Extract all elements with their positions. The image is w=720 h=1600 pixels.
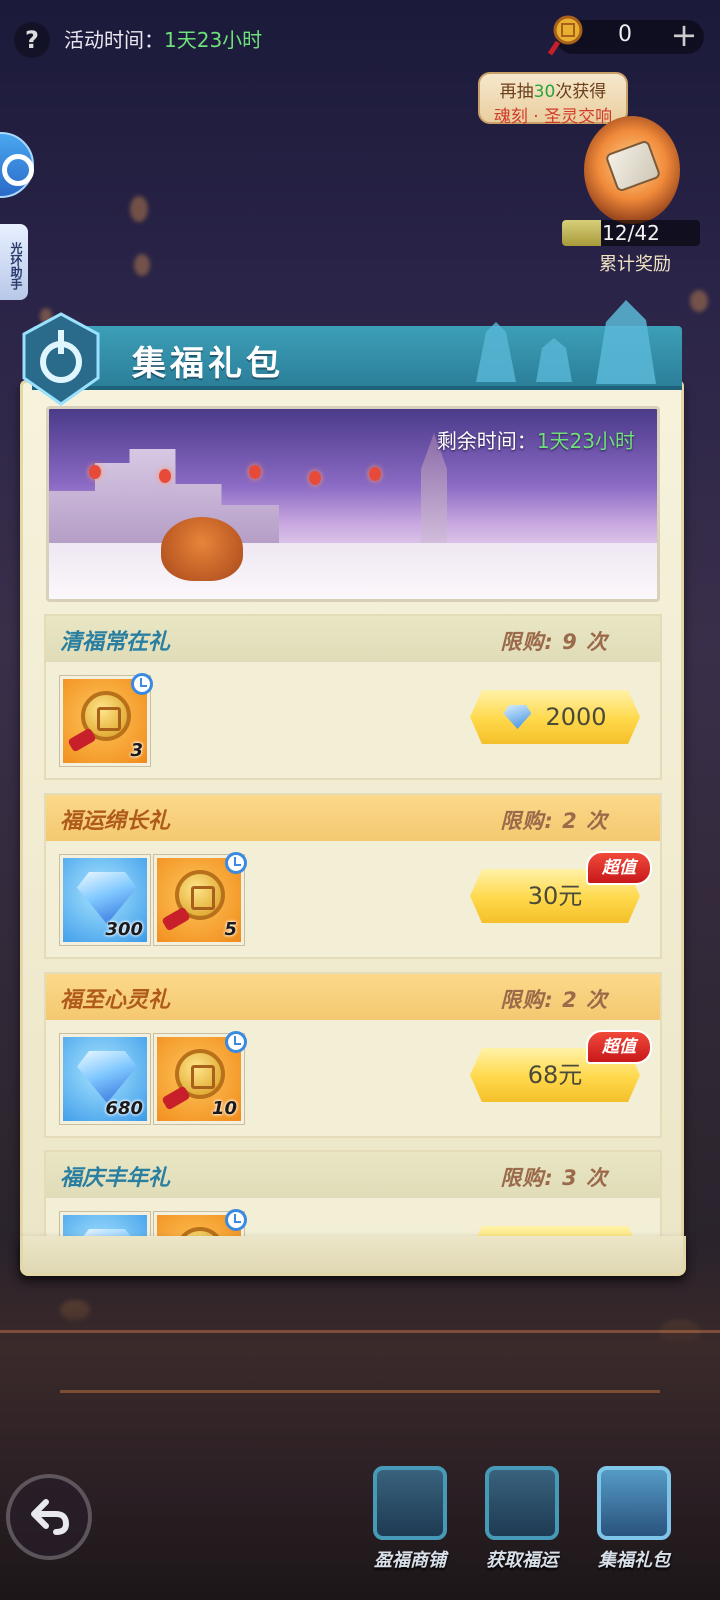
panel-bottom-edge [20,1236,686,1276]
gift-name: 福至心灵礼 [60,988,171,1013]
draw-reward-bubble: 再抽30次获得 魂刻 · 圣灵交响 [478,72,628,127]
clock-icon [225,1031,247,1053]
scroll-icon [485,1466,559,1540]
item-quantity: 680 [105,1098,143,1119]
nav-tab-gift-pack[interactable]: 集福礼包 [582,1466,686,1586]
nav-label: 盈福商铺 [374,1550,446,1571]
event-banner: 剩余时间：1天23小时 [46,406,660,602]
gift-row: 福运绵长礼 限购: 2 次 300 5 30元 超值 [44,793,662,959]
banner-lion-character [161,517,243,581]
diamond-icon [77,872,137,924]
help-button[interactable]: ? [14,22,50,58]
gift-header: 福运绵长礼 限购: 2 次 [46,795,660,841]
gift-limit: 限购: 3 次 [500,1166,608,1190]
activity-time-label: 活动时间： [64,28,164,52]
gift-name: 福庆丰年礼 [60,1166,171,1191]
gift-limit: 限购: 9 次 [500,630,608,654]
price-label: 2000 [545,703,607,731]
item-card-diamond[interactable] [60,1212,150,1238]
item-card-diamond[interactable]: 300 [60,855,150,945]
add-currency-button[interactable]: + [668,18,700,54]
character-silhouettes-icon [476,300,656,384]
tassel [161,906,191,932]
banner-time-label: 剩余时间： [436,429,537,453]
currency-amount: 0 [618,22,632,47]
activity-time: 活动时间：1天23小时 [64,24,262,53]
gift-row: 清福常在礼 限购: 9 次 3 2000 [44,614,662,780]
fortune-coin-icon [547,15,583,56]
item-quantity: 5 [224,919,237,940]
nav-label: 获取福运 [486,1550,558,1571]
item-quantity: 10 [211,1098,237,1119]
draw-reward-suffix: 次获得 [555,82,607,102]
nav-tab-get-fortune[interactable]: 获取福运 [470,1466,574,1586]
item-quantity: 300 [105,919,143,940]
treasure-chest-icon [373,1466,447,1540]
gift-limit: 限购: 2 次 [500,988,608,1012]
banner-remaining-time: 剩余时间：1天23小时 [437,425,635,454]
hot-deal-badge: 超值 [586,851,652,885]
banner-snow [49,543,657,599]
draw-reward-count: 30 [533,82,556,102]
hot-deal-badge: 超值 [586,1030,652,1064]
clock-icon [225,1209,247,1231]
gift-header: 清福常在礼 限购: 9 次 [46,616,660,662]
assistant-tab[interactable]: 光环助手 [0,224,28,300]
item-card-fortune-coin[interactable]: 10 [154,1031,247,1124]
gift-row: 福庆丰年礼 限购: 3 次 [44,1150,662,1238]
item-card-fortune-coin[interactable]: 3 [60,673,153,766]
activity-time-value: 1天23小时 [164,28,263,52]
gift-name: 清福常在礼 [60,630,171,655]
banner-lanterns [49,465,439,485]
tassel [67,727,97,753]
gift-limit: 限购: 2 次 [500,809,608,833]
back-button[interactable] [6,1474,92,1560]
nav-label: 集福礼包 [598,1550,670,1571]
clock-icon [131,673,153,695]
gift-box-icon [597,1466,671,1540]
cumulative-reward-label[interactable]: 累计奖励 [580,250,690,276]
item-card-fortune-coin[interactable]: 5 [154,852,247,945]
gift-header: 福庆丰年礼 限购: 3 次 [46,1152,660,1198]
diamond-icon [77,1051,137,1103]
draw-reward-prefix: 再抽 [499,82,534,102]
nav-tab-blessing-shop[interactable]: 盈福商铺 [358,1466,462,1586]
item-card-diamond[interactable]: 680 [60,1034,150,1124]
item-quantity: 3 [130,740,143,761]
side-float-ball-icon[interactable] [0,132,34,198]
crest-emblem-icon [22,312,100,406]
clock-icon [225,852,247,874]
draw-reward-line1: 再抽30次获得 [480,77,626,102]
tassel [161,1085,191,1111]
gift-header: 福至心灵礼 限购: 2 次 [46,974,660,1020]
gift-row-clip: 福庆丰年礼 限购: 3 次 [44,1150,662,1238]
gift-row: 福至心灵礼 限购: 2 次 680 10 68元 超值 [44,972,662,1138]
price-label: 68元 [527,1061,583,1089]
cumulative-progress-text: 12/42 [602,221,660,245]
diamond-icon [503,705,532,729]
gift-name: 福运绵长礼 [60,809,171,834]
item-card-fortune-coin[interactable] [154,1209,247,1238]
back-arrow-icon [31,1499,70,1535]
price-label: 30元 [527,882,583,910]
panel-title: 集福礼包 [132,344,284,384]
draw-reward-name: 魂刻 · 圣灵交响 [493,107,613,127]
buy-button[interactable]: 2000 [470,690,640,744]
banner-time-value: 1天23小时 [536,429,635,453]
